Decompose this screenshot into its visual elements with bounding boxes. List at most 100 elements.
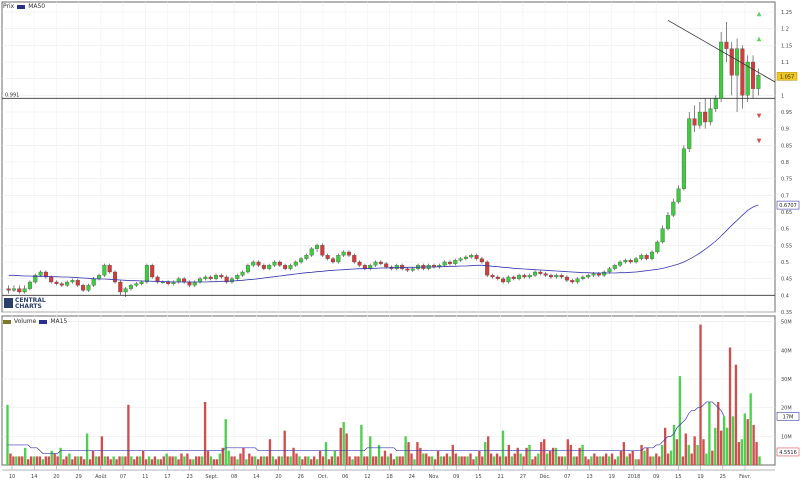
volume-bar (652, 456, 655, 465)
volume-bar (277, 456, 280, 465)
candle-body (235, 275, 240, 279)
candle-body (644, 255, 649, 259)
volume-bar (256, 459, 260, 465)
volume-bar (103, 456, 106, 465)
volume-bar (41, 459, 45, 465)
x-tick-label: 25 (720, 474, 726, 480)
volume-bar (498, 456, 502, 465)
volume-bar (38, 456, 42, 465)
volume-bar (177, 459, 180, 465)
volume-bar (389, 453, 393, 465)
ma-last-label: 0.6707 (779, 203, 797, 209)
volume-bar (725, 427, 729, 465)
volume-bar (534, 456, 537, 465)
volume-bar (106, 456, 109, 465)
volume-bar (162, 456, 165, 465)
candle-body (751, 61, 756, 89)
volume-bar (227, 450, 230, 465)
candle-body (703, 111, 708, 123)
volume-bar (23, 447, 27, 465)
candle-body (139, 281, 144, 284)
down-arrow-icon: ▼ (757, 137, 762, 144)
candle-body (182, 278, 187, 283)
price-tick-label: 0.95 (781, 110, 792, 116)
candle-body (70, 280, 75, 283)
price-tick-label: 0.8 (781, 160, 789, 166)
candle-body (362, 265, 367, 269)
volume-bar (85, 433, 89, 465)
candle-body (602, 271, 607, 276)
price-tick-label: 0.9 (781, 127, 789, 133)
candle-body (187, 281, 192, 286)
volume-bar (495, 453, 499, 465)
volume-bar (9, 453, 12, 465)
volume-bar (195, 456, 198, 465)
volume-bar (619, 450, 623, 465)
candle-body (320, 245, 325, 256)
logo-mark-icon (4, 298, 13, 308)
grid-layer (1, 1, 776, 471)
volume-bar (425, 453, 428, 465)
candle-body (38, 271, 43, 276)
x-tick-label: 29 (75, 474, 81, 480)
volume-bar (663, 427, 667, 465)
volume-bar (118, 456, 121, 465)
volume-bar (531, 459, 534, 465)
price-tick-label: 0.45 (781, 277, 792, 283)
volume-bar (581, 444, 584, 465)
candle-body (697, 111, 702, 126)
volume-bar (330, 456, 334, 465)
volume-bar (666, 453, 670, 465)
up-arrow-icon: ▲ (757, 11, 762, 18)
candle-body (65, 281, 70, 286)
x-tick-label: 09 (653, 474, 659, 480)
volume-bar (280, 456, 283, 465)
volume-bar (610, 453, 614, 465)
volume-series (6, 324, 761, 465)
volume-bar (147, 456, 151, 465)
volume-bar (366, 456, 369, 465)
candle-body (166, 281, 171, 284)
x-tick-label: Août (95, 473, 107, 480)
volume-bar (94, 456, 98, 465)
candle-body (134, 283, 139, 286)
volume-bar (407, 442, 410, 465)
volume-bar (392, 459, 396, 465)
volume-bar (478, 450, 481, 465)
volume-bar (304, 456, 307, 465)
legend-volume-label: Volume (14, 318, 37, 325)
volume-bar (141, 450, 145, 465)
candle-body (681, 148, 686, 189)
x-tick-label: 13 (586, 474, 592, 480)
x-tick-label: 15 (475, 474, 481, 480)
candle-body (671, 201, 676, 216)
volume-bar (386, 456, 390, 465)
volume-bar (557, 456, 561, 465)
volume-bar (121, 456, 124, 465)
price-tick-label: 0.65 (781, 210, 792, 216)
x-tick-label: 20 (53, 474, 59, 480)
volume-bar (537, 453, 540, 465)
volume-bar (91, 450, 95, 465)
candle-body (676, 188, 681, 203)
volume-bar (602, 456, 605, 465)
volume-bar (189, 459, 192, 465)
chart-root: ▲▲▼▼ 1.251.21.151.11.0510.950.90.850.80.… (0, 0, 806, 481)
volume-bar (428, 456, 431, 465)
volume-bar (289, 456, 292, 465)
candle-body (150, 265, 155, 278)
volume-bar (192, 459, 195, 465)
volume-bar (44, 456, 47, 465)
volume-bar (731, 416, 735, 465)
candle-body (229, 278, 234, 283)
volume-bar (318, 450, 322, 465)
volume-bar (401, 456, 404, 465)
volume-bar (307, 456, 310, 465)
candle-body (22, 288, 27, 293)
candle-body (740, 48, 745, 96)
volume-bar (631, 450, 634, 465)
volume-bar (315, 459, 319, 465)
candle-body (394, 265, 399, 269)
volume-bar (224, 419, 227, 465)
candle-body (559, 275, 564, 278)
